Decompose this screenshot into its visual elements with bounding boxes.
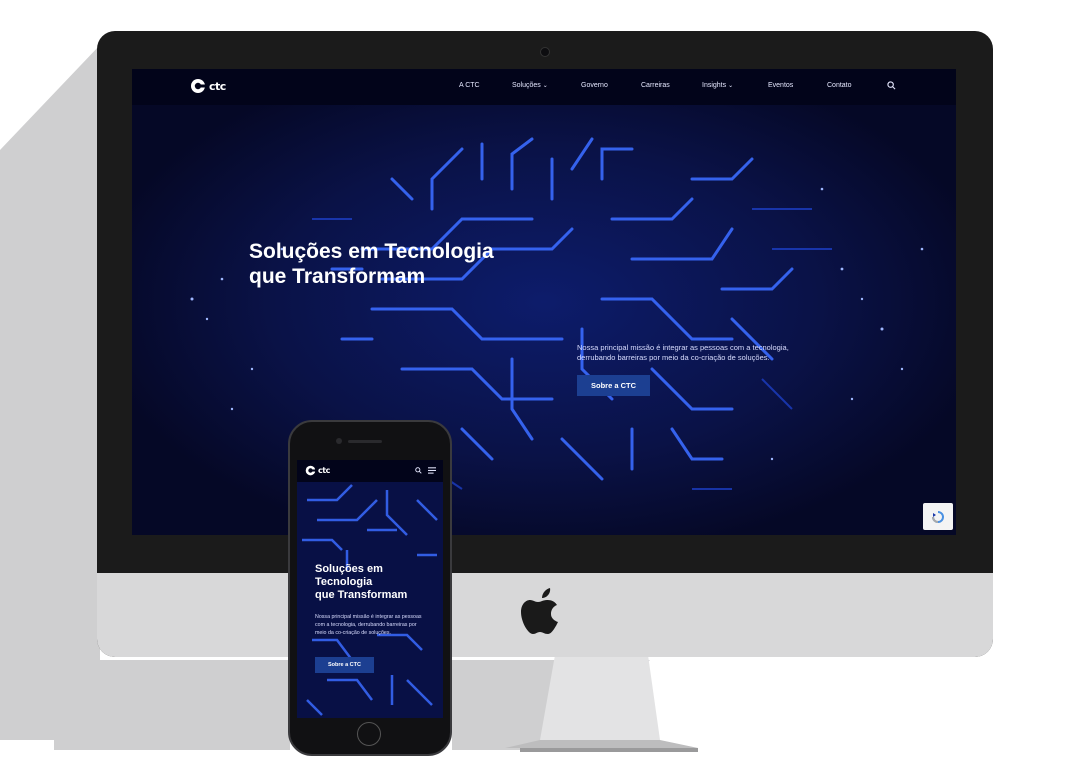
- imac-chin: [97, 573, 993, 657]
- nav-item-carreiras[interactable]: Carreiras: [641, 82, 670, 89]
- mobile-screen: ctc Soluções em Tecnologia que Transform…: [297, 460, 443, 718]
- hero-subtitle: Nossa principal missão é integrar as pes…: [577, 343, 807, 363]
- iphone-device: ctc Soluções em Tecnologia que Transform…: [288, 420, 452, 756]
- nav-item-eventos[interactable]: Eventos: [768, 82, 793, 89]
- search-icon[interactable]: [415, 467, 422, 474]
- home-button[interactable]: [357, 722, 381, 746]
- hero-title-line-2: que Transformam: [249, 265, 426, 288]
- top-navigation: ctc A CTC Soluções ⌄ Governo Carreiras In…: [132, 69, 956, 105]
- imac-monitor: ctc A CTC Soluções ⌄ Governo Carreiras In…: [97, 31, 993, 657]
- phone-speaker: [348, 440, 382, 443]
- nav-item-governo[interactable]: Governo: [581, 82, 608, 89]
- ctc-logo-icon: [305, 465, 316, 476]
- recaptcha-badge[interactable]: [923, 503, 953, 530]
- hamburger-menu-icon[interactable]: [428, 467, 436, 474]
- chevron-down-icon: ⌄: [728, 83, 734, 89]
- sobre-a-ctc-button[interactable]: Sobre a CTC: [577, 375, 650, 396]
- hero-subtitle-line-1: Nossa principal missão é integrar as pes…: [577, 343, 789, 352]
- mobile-hero-subtitle: Nossa principal missão é integrar as pes…: [315, 614, 422, 636]
- webcam: [540, 47, 550, 57]
- mobile-hero-title-line-2: Tecnologia: [315, 576, 373, 588]
- hero-title-line-1: Soluções em Tecnologia: [249, 240, 494, 263]
- apple-logo-icon: [521, 588, 558, 634]
- mobile-logo-text: ctc: [318, 466, 330, 475]
- recaptcha-icon: [932, 510, 944, 523]
- mobile-ctc-logo[interactable]: ctc: [305, 465, 330, 476]
- mobile-hero-title: Soluções em Tecnologia que Transformam: [315, 563, 435, 602]
- phone-camera: [336, 438, 342, 444]
- nav-item-a-ctc[interactable]: A CTC: [459, 82, 480, 89]
- nav-item-contato[interactable]: Contato: [827, 82, 852, 89]
- search-icon[interactable]: [887, 81, 896, 90]
- mobile-top-navigation: ctc: [297, 460, 443, 482]
- nav-item-insights[interactable]: Insights ⌄: [702, 82, 733, 89]
- nav-item-solucoes[interactable]: Soluções ⌄: [512, 82, 548, 89]
- chevron-down-icon: ⌄: [542, 83, 548, 89]
- ctc-logo-icon: [191, 79, 206, 93]
- desktop-screen: ctc A CTC Soluções ⌄ Governo Carreiras In…: [132, 69, 956, 535]
- hero-subtitle-line-2: derrubando barreiras por meio da co-cria…: [577, 353, 770, 362]
- logo-text: ctc: [209, 79, 226, 93]
- mobile-hero-title-line-3: que Transformam: [315, 589, 408, 601]
- mobile-sobre-a-ctc-button[interactable]: Sobre a CTC: [315, 657, 374, 673]
- circuit-background: [132, 69, 956, 535]
- hero-title: Soluções em Tecnologia que Transformam: [249, 239, 569, 289]
- mobile-hero-title-line-1: Soluções em: [315, 563, 383, 575]
- ctc-logo[interactable]: ctc: [190, 78, 226, 94]
